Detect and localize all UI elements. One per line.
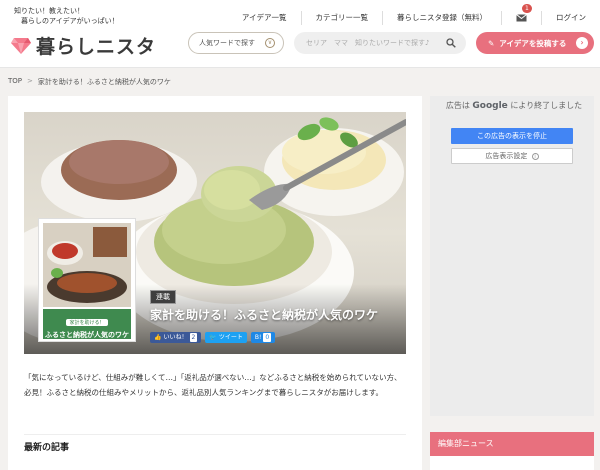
site-header: 知りたい！教えたい！ 暮らしのアイデアがいっぱい！ 暮らしニスタ アイデア一覧 … <box>0 0 600 68</box>
nav-ideas[interactable]: アイデア一覧 <box>228 11 301 25</box>
popular-words-label: 人気ワードで探す <box>199 39 255 47</box>
breadcrumb-home[interactable]: TOP <box>8 77 22 87</box>
nav-categories[interactable]: カテゴリー一覧 <box>300 11 383 25</box>
mail-icon <box>516 14 527 22</box>
category-tag[interactable]: 連載 <box>150 290 176 304</box>
sidebar-ad-slot: 広告は Google により終了しました この広告の表示を停止 広告表示設定 i <box>430 96 594 416</box>
thumbnail-food-illustration <box>43 223 131 307</box>
article-title: 家計を助ける！ふるさと納税が人気のワケ <box>150 308 379 322</box>
breadcrumb-separator: > <box>27 77 33 85</box>
facebook-like-button[interactable]: 👍 いいね！ 2 <box>150 332 202 343</box>
nav-mail[interactable]: 1 <box>501 4 541 25</box>
info-icon: i <box>531 152 539 160</box>
search-placeholder: セリア ママ 知りたいワードで探す♪ <box>306 39 430 47</box>
site-tagline: 知りたい！教えたい！ 暮らしのアイデアがいっぱい！ <box>14 7 119 25</box>
ad-text-after: により終了しました <box>510 101 583 110</box>
hatena-label: B! <box>254 334 262 341</box>
breadcrumb: TOP > 家計を助ける！ふるさと納税が人気のワケ <box>8 77 171 87</box>
article-intro: 「気になっているけど、仕組みが難しくて…」「返礼品が選べない…」などふるさと納税… <box>24 373 402 397</box>
post-idea-button[interactable]: ✎ アイデアを投稿する › <box>476 32 594 54</box>
pencil-icon: ✎ <box>488 38 495 48</box>
ad-closed-message: 広告は Google により終了しました <box>436 100 592 112</box>
top-nav: アイデア一覧 カテゴリー一覧 暮らしニスタ登録（無料） 1 ログイン <box>228 4 600 28</box>
thumbnail-label: 家計を助ける！ ふるさと納税が人気のワケ <box>43 309 131 339</box>
hatena-count: 0 <box>263 333 272 342</box>
search-input[interactable]: セリア ママ 知りたいワードで探す♪ <box>294 32 466 54</box>
google-logo-text: Google <box>472 101 508 111</box>
nav-register[interactable]: 暮らしニスタ登録（無料） <box>382 11 501 25</box>
tweet-label: ツイート <box>218 334 243 341</box>
chevron-right-icon: › <box>576 37 588 49</box>
chevron-down-icon: ∨ <box>265 38 275 48</box>
hero-image: 家計を助ける！ ふるさと納税が人気のワケ 連載 家計を助ける！ふるさと納税が人気… <box>24 112 406 354</box>
like-label: いいね！ <box>163 334 188 341</box>
ad-text-before: 広告は <box>445 101 470 110</box>
post-idea-label: アイデアを投稿する <box>499 38 567 48</box>
editorial-news-heading: 編集部ニュース <box>430 432 594 456</box>
tweet-button[interactable]: 🐦 ツイート <box>205 332 247 343</box>
latest-articles-heading: 最新の記事 <box>24 443 70 453</box>
article-card: 家計を助ける！ ふるさと納税が人気のワケ 連載 家計を助ける！ふるさと納税が人気… <box>8 96 422 470</box>
diamond-icon <box>11 37 31 54</box>
social-buttons: 👍 いいね！ 2 🐦 ツイート B! 0 <box>150 332 276 343</box>
thumbnail-photo <box>43 223 131 307</box>
nav-login[interactable]: ログイン <box>541 11 600 25</box>
search-icon[interactable] <box>446 38 456 48</box>
section-divider <box>24 434 406 435</box>
twitter-bird-icon: 🐦 <box>209 334 217 341</box>
thumbnail-label-main: ふるさと納税が人気のワケ <box>45 331 129 339</box>
ad-settings-button[interactable]: 広告表示設定 i <box>451 148 573 164</box>
thumbnail-label-small: 家計を助ける！ <box>66 319 108 326</box>
logo-text: 暮らしニスタ <box>36 36 157 58</box>
article-thumbnail: 家計を助ける！ ふるさと納税が人気のワケ <box>38 218 136 342</box>
ad-settings-label: 広告表示設定 <box>485 152 528 160</box>
breadcrumb-current: 家計を助ける！ふるさと納税が人気のワケ <box>37 78 171 86</box>
editorial-news-panel: 編集部ニュース <box>430 432 594 470</box>
mail-badge: 1 <box>522 4 532 13</box>
stop-ad-button[interactable]: この広告の表示を停止 <box>451 128 573 144</box>
popular-words-dropdown[interactable]: 人気ワードで探す ∨ <box>188 32 284 54</box>
thumbs-up-icon: 👍 <box>154 334 162 341</box>
site-logo[interactable]: 暮らしニスタ <box>10 32 156 59</box>
like-count: 2 <box>189 333 198 342</box>
hatena-bookmark-button[interactable]: B! 0 <box>250 332 276 343</box>
